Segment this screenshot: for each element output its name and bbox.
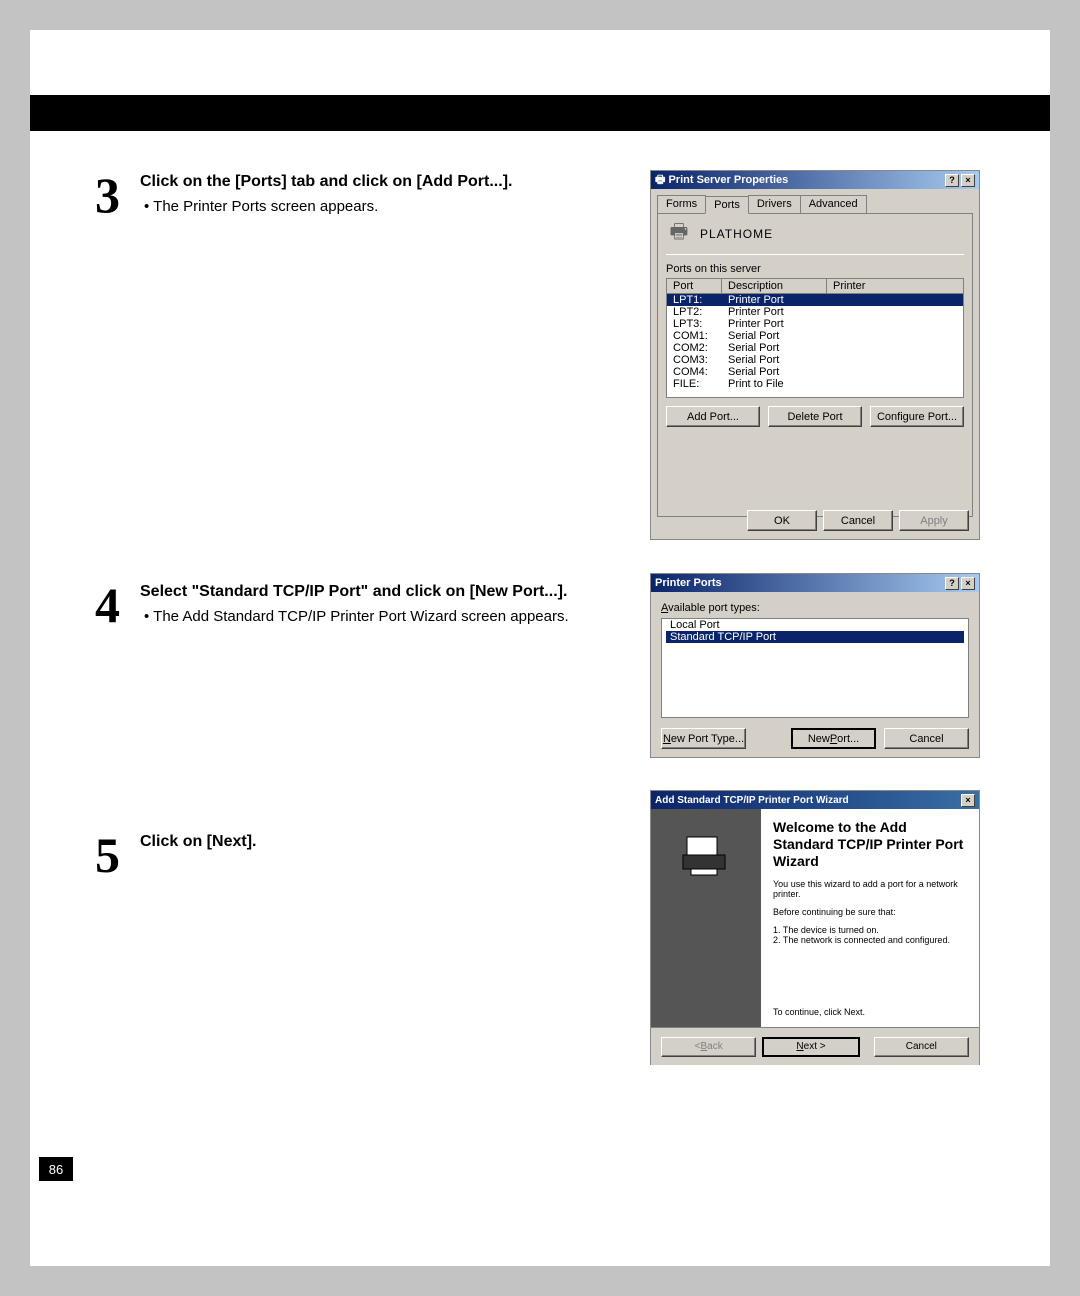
step-body: Select "Standard TCP/IP Port" and click … [140, 580, 570, 629]
table-row[interactable]: FILE:Print to File [667, 378, 963, 390]
col-description[interactable]: Description [722, 279, 827, 293]
wizard-before: Before continuing be sure that: [773, 907, 967, 917]
desc-cell: Print to File [722, 378, 827, 390]
port-type-listbox[interactable]: Local PortStandard TCP/IP Port [661, 618, 969, 718]
desc-cell: Printer Port [722, 318, 827, 330]
ports-listview[interactable]: Port Description Printer LPT1:Printer Po… [666, 278, 964, 398]
wizard-sidebar [651, 809, 761, 1027]
wizard-footer: < Back Next > Cancel [651, 1027, 979, 1065]
step-title: Click on the [Ports] tab and click on [A… [140, 170, 570, 194]
port-cell: COM2: [667, 342, 722, 354]
port-cell: LPT1: [667, 294, 722, 306]
header-black-bar [30, 95, 1050, 131]
printer-icon: 🖶 [666, 222, 692, 246]
close-icon[interactable]: × [961, 794, 975, 807]
step-number: 3 [95, 170, 140, 220]
help-icon[interactable]: ? [945, 577, 959, 590]
step-body: Click on the [Ports] tab and click on [A… [140, 170, 570, 219]
page-number: 86 [39, 1157, 73, 1181]
table-row[interactable]: LPT3:Printer Port [667, 318, 963, 330]
printer-ports-dialog: Printer Ports ? × Available port types: … [650, 573, 980, 758]
step-number: 4 [95, 580, 140, 630]
titlebar: Printer Ports ? × [651, 574, 979, 592]
step-title: Click on [Next]. [140, 830, 570, 854]
table-row[interactable]: COM2:Serial Port [667, 342, 963, 354]
new-port-button[interactable]: New Port... [791, 728, 876, 749]
step-bullet: The Printer Ports screen appears. [140, 196, 570, 219]
list-item[interactable]: Standard TCP/IP Port [666, 631, 964, 643]
wizard-item2: 2. The network is connected and configur… [773, 935, 967, 945]
wizard-main: Welcome to the Add Standard TCP/IP Print… [761, 809, 979, 1027]
list-item[interactable]: Local Port [666, 619, 964, 631]
desc-cell: Serial Port [722, 330, 827, 342]
delete-port-button[interactable]: Delete Port [768, 406, 862, 427]
port-cell: LPT2: [667, 306, 722, 318]
tab-drivers[interactable]: Drivers [748, 195, 801, 213]
print-server-properties-dialog: 🖶 Print Server Properties ? × Forms Port… [650, 170, 980, 540]
list-header: Port Description Printer [667, 279, 963, 294]
table-row[interactable]: COM1:Serial Port [667, 330, 963, 342]
content-area: 3 Click on the [Ports] tab and click on … [95, 170, 985, 920]
printer-icon: 🖶 [655, 171, 665, 190]
wizard-heading: Welcome to the Add Standard TCP/IP Print… [773, 819, 967, 869]
printer-wizard-icon [681, 827, 731, 877]
close-icon[interactable]: × [961, 174, 975, 187]
tab-forms[interactable]: Forms [657, 195, 706, 213]
desc-cell: Printer Port [722, 294, 827, 306]
desc-cell: Serial Port [722, 366, 827, 378]
available-port-types-label: Available port types: [661, 602, 969, 614]
desc-cell: Serial Port [722, 354, 827, 366]
document-page: 3 Click on the [Ports] tab and click on … [30, 30, 1050, 1266]
server-name: PLATHOME [700, 227, 773, 241]
table-row[interactable]: COM4:Serial Port [667, 366, 963, 378]
port-cell: FILE: [667, 378, 722, 390]
port-cell: COM1: [667, 330, 722, 342]
new-port-type-button[interactable]: New Port Type... [661, 728, 746, 749]
tab-strip: Forms Ports Drivers Advanced [651, 189, 979, 213]
ports-label: Ports on this server [666, 263, 964, 275]
wizard-continue: To continue, click Next. [773, 1007, 865, 1017]
port-cell: COM4: [667, 366, 722, 378]
apply-button[interactable]: Apply [899, 510, 969, 531]
tab-ports[interactable]: Ports [705, 196, 749, 214]
dialog-title: Printer Ports [655, 577, 722, 589]
dialog-title: Add Standard TCP/IP Printer Port Wizard [655, 795, 849, 806]
cancel-button[interactable]: Cancel [823, 510, 893, 531]
add-tcpip-port-wizard: Add Standard TCP/IP Printer Port Wizard … [650, 790, 980, 1065]
ports-tab-panel: 🖶 PLATHOME Ports on this server Port Des… [657, 213, 973, 517]
step-title: Select "Standard TCP/IP Port" and click … [140, 580, 570, 604]
titlebar: 🖶 Print Server Properties ? × [651, 171, 979, 189]
table-row[interactable]: COM3:Serial Port [667, 354, 963, 366]
add-port-button[interactable]: Add Port... [666, 406, 760, 427]
cancel-button[interactable]: Cancel [874, 1037, 969, 1057]
tab-advanced[interactable]: Advanced [800, 195, 867, 213]
next-button[interactable]: Next > [762, 1037, 859, 1057]
titlebar: Add Standard TCP/IP Printer Port Wizard … [651, 791, 979, 809]
step-number: 5 [95, 830, 140, 880]
col-printer[interactable]: Printer [827, 279, 963, 293]
desc-cell: Serial Port [722, 342, 827, 354]
back-button[interactable]: < Back [661, 1037, 756, 1057]
help-icon[interactable]: ? [945, 174, 959, 187]
dialog-title: Print Server Properties [668, 174, 788, 186]
col-port[interactable]: Port [667, 279, 722, 293]
table-row[interactable]: LPT1:Printer Port [667, 294, 963, 306]
wizard-item1: 1. The device is turned on. [773, 925, 967, 935]
table-row[interactable]: LPT2:Printer Port [667, 306, 963, 318]
wizard-lead: You use this wizard to add a port for a … [773, 879, 967, 899]
port-cell: COM3: [667, 354, 722, 366]
close-icon[interactable]: × [961, 577, 975, 590]
cancel-button[interactable]: Cancel [884, 728, 969, 749]
step-body: Click on [Next]. [140, 830, 570, 854]
step-bullet: The Add Standard TCP/IP Printer Port Wiz… [140, 606, 570, 629]
desc-cell: Printer Port [722, 306, 827, 318]
port-cell: LPT3: [667, 318, 722, 330]
configure-port-button[interactable]: Configure Port... [870, 406, 964, 427]
port-actions: Add Port... Delete Port Configure Port..… [666, 406, 964, 427]
dialog-buttons: OK Cancel Apply [747, 510, 969, 531]
ok-button[interactable]: OK [747, 510, 817, 531]
